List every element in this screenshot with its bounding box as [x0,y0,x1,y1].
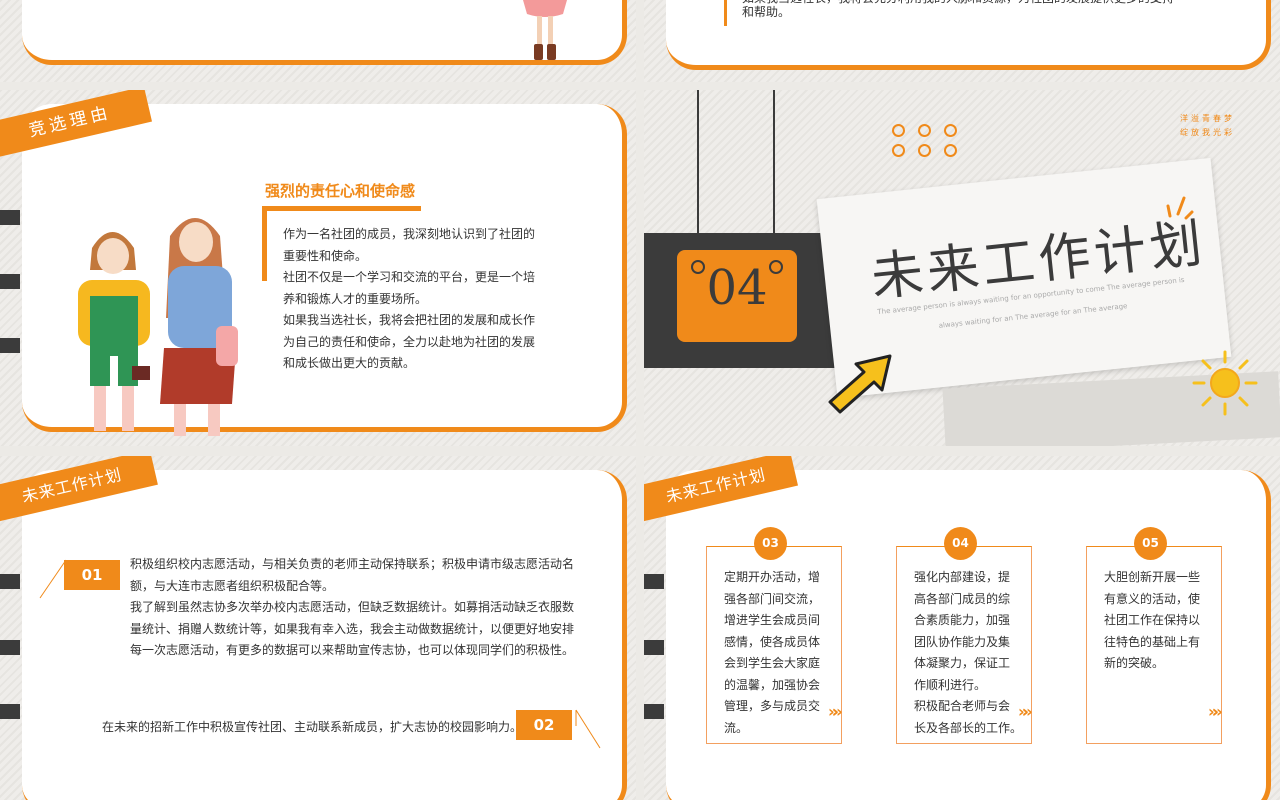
plan-line: 新的突破。 [1104,656,1165,670]
binder-stub [0,704,20,719]
slide-work-plan-2[interactable]: 未来工作计划 03 定期开办活动，增 强各部门间交流， 增进学生会成员间 感情，… [644,456,1280,800]
binder-stub [0,574,20,589]
reason-line: 作为一名社团的成员，我深刻地认识到了社团的 [283,227,536,241]
plan-line: 积极配合老师与会 [914,699,1011,713]
decor-ring [918,124,931,137]
plan-line: 长及各部长的工作。 [914,720,1023,735]
reason-paragraph: 作为一名社团的成员，我深刻地认识到了社团的 重要性和使命。 社团不仅是一个学习和… [283,224,583,375]
corner-slogan: 洋溢青春梦 绽放我光彩 [1180,112,1235,140]
corner-slogan-line: 绽放我光彩 [1180,128,1235,137]
corner-slogan-line: 洋溢青春梦 [1180,114,1235,123]
partial-text-line2: 和帮助。 [742,5,791,19]
item-2-text: 在未来的招新工作中积极宣传社团、主动联系新成员，扩大志协的校园影响力。 [102,720,523,734]
hanging-string [697,90,699,236]
plan-line: 定期开办活动，增 [724,570,821,584]
binder-stub [0,274,20,289]
binder-stub [644,574,664,589]
reason-line: 如果我当选社长，我将会把社团的发展和成长作 [283,313,536,327]
binder-stub [0,640,20,655]
item-1-line: 我了解到虽然志协多次举办校内志愿活动，但缺乏数据统计。如募捐活动缺乏衣服数 [130,600,575,614]
reason-line: 和成长做出更大的贡献。 [283,356,416,370]
decor-ring [892,144,905,157]
item-1-line: 积极组织校内志愿活动，与相关负责的老师主动保持联系；积极申请市级志愿活动名 [130,557,575,571]
plan-number: 05 [1134,527,1167,560]
plan-line: 强化内部建设，提 [914,570,1011,584]
slide-top-left[interactable] [0,0,636,82]
item-1-line: 量统计、捐赠人数统计等，如果我有幸入选，我会主动做数据统计，以便更好地安排 [130,621,575,636]
slide-campaign-reason[interactable]: 竞选理由 强烈的责任心和使命感 作为一名社团的成员，我深刻地认识到了社团的 重要… [0,90,636,446]
item-1-text: 积极组织校内志愿活动，与相关负责的老师主动保持联系；积极申请市级志愿活动名 额，… [130,554,590,662]
number-marker-lines [575,709,601,749]
chevron-right-icon: »» [1208,702,1222,721]
binder-stub [0,210,20,225]
plan-line: 社团工作在保持以 [1104,613,1201,627]
plan-number: 04 [944,527,977,560]
plan-line: 强各部门间交流， [724,591,821,606]
reason-line: 养和锻炼人才的重要场所。 [283,291,428,306]
binder-stub [644,704,664,719]
decor-ring [944,144,957,157]
binder-stub [0,338,20,353]
number-badge: 04 [677,250,797,342]
plan-text: 定期开办活动，增 强各部门间交流， 增进学生会成员间 感情，使各成员体 会到学生… [724,567,836,739]
badge-number: 04 [706,260,768,316]
reason-heading: 强烈的责任心和使命感 [265,182,416,200]
slide-work-plan-1[interactable]: 未来工作计划 01 积极组织校内志愿活动，与相关负责的老师主动保持联系；积极申请… [0,456,636,800]
two-students-illustration [78,218,238,436]
plan-line: 体凝聚力，保证工 [914,656,1011,670]
partial-text-line1: 如果我当选社长，我将会充分利用我的人脉和资源，为社团的发展提供更多的支持 [742,0,1174,10]
plan-line: 管理，多与成员交 [724,699,821,713]
plan-line: 团队协作能力及集 [914,634,1011,649]
plan-line: 合素质能力，加强 [914,613,1011,627]
plan-line: 高各部门成员的综 [914,591,1011,606]
plan-text: 大胆创新开展一些 有意义的活动，使 社团工作在保持以 往特色的基础上有 新的突破… [1104,567,1216,675]
arrow-icon [828,354,892,414]
decor-ring [944,124,957,137]
plan-line: 往特色的基础上有 [1104,634,1201,649]
chevron-right-icon: »» [828,702,842,721]
item-1-line: 每一次志愿活动，有更多的数据可以来帮助宣传志协，也可以体现同学们的积极性。 [130,643,575,657]
decor-ring [918,144,931,157]
girl-illustration-partial [523,0,567,60]
chevron-right-icon: »» [1018,702,1032,721]
plan-line: 大胆创新开展一些 [1104,570,1201,584]
item-number: 01 [64,560,120,590]
item-number: 02 [516,710,572,740]
sparkle-icon [1166,196,1194,220]
plan-line: 有意义的活动，使 [1104,591,1201,606]
hanging-string [773,90,775,236]
slide-top-right[interactable]: 如果我当选社长，我将会充分利用我的人脉和资源，为社团的发展提供更多的支持 和帮助… [644,0,1280,82]
plan-number: 03 [754,527,787,560]
reason-line: 重要性和使命。 [283,248,368,263]
reason-line: 为自己的责任和使命，全力以赴地为社团的发展 [283,334,536,349]
item-1-line: 额，与大连市志愿者组织积极配合等。 [130,578,335,593]
binder-stub [644,640,664,655]
reason-line: 社团不仅是一个学习和交流的平台，更是一个培 [283,270,536,284]
plan-line: 作顺利进行。 [914,677,987,692]
plan-line: 流。 [724,720,749,735]
plan-line: 会到学生会大家庭 [724,656,821,670]
plan-line: 感情，使各成员体 [724,634,821,649]
slide-section-title[interactable]: 04 洋溢青春梦 绽放我光彩 未来工作计划 The average person… [644,90,1280,446]
plan-text: 强化内部建设，提 高各部门成员的综 合素质能力，加强 团队协作能力及集 体凝聚力… [914,567,1026,739]
decor-ring [892,124,905,137]
plan-line: 增进学生会成员间 [724,613,821,627]
quote-bar [724,0,727,26]
sun-icon [1192,350,1258,416]
plan-line: 的温馨，加强协会 [724,677,821,692]
